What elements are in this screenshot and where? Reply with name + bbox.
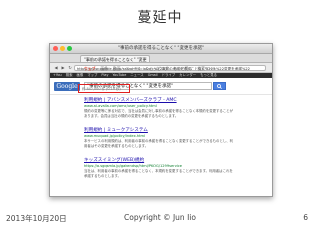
search-tab[interactable]: ショッピング: [146, 66, 169, 71]
search-icon: [217, 84, 222, 89]
reload-icon[interactable]: ↻: [67, 65, 73, 70]
footer-copyright: Copyright © Jun Iio: [124, 213, 196, 222]
result-title[interactable]: 利用規約 | アバンスメンバーズクラブ - AMC: [84, 97, 234, 103]
result-title[interactable]: キッズスイミング(WEB)規約: [84, 157, 234, 163]
window-title: "事前の承諾を得ることなく" "変更を承諾": [117, 46, 205, 51]
search-tab[interactable]: 画像: [100, 66, 108, 71]
search-tabs: ウェブ 画像 動画 ニュース ショッピング もっと見る 検索ツール: [84, 66, 221, 72]
google-bar-item[interactable]: もっと見る: [200, 73, 217, 77]
search-button[interactable]: [213, 82, 226, 90]
google-bar-item[interactable]: YouTube: [113, 73, 127, 77]
search-result: 利用規約 | アバンスメンバーズクラブ - AMC www.ai-avalla.…: [84, 97, 234, 118]
browser-tabbar: "事前の承諾を得ることなく" "変更: [50, 54, 272, 63]
google-bar-item[interactable]: +You: [53, 73, 62, 77]
google-bar-item[interactable]: 画像: [76, 73, 83, 77]
google-bar-item[interactable]: カレンダー: [179, 73, 196, 77]
browser-tab[interactable]: "事前の承諾を得ることなく" "変更: [80, 55, 150, 62]
result-url: https://a.sgqsmla.jp/gakendsp/html/PKOG/…: [84, 164, 183, 168]
google-bar-item[interactable]: ドライブ: [162, 73, 176, 77]
google-bar-item[interactable]: Play: [101, 73, 108, 77]
back-icon[interactable]: ◀: [53, 65, 59, 70]
search-result: キッズスイミング(WEB)規約 https://a.sgqsmla.jp/gak…: [84, 157, 234, 178]
search-tab[interactable]: ニュース: [126, 66, 141, 71]
google-logo[interactable]: Google: [54, 82, 80, 91]
google-bar-item[interactable]: ニュース: [130, 73, 143, 77]
result-title[interactable]: 利用規約 | ミュークアシステム: [84, 127, 234, 133]
forward-icon[interactable]: ▶: [60, 65, 66, 70]
search-tab[interactable]: 検索ツール: [197, 66, 216, 71]
search-result: 利用規約 | ミュークアシステム www.muquad.jp/policy/in…: [84, 127, 234, 148]
result-snippet: 当社は、利用者の事前の承諾を得ることなく、本規約を変更することができます。利用者…: [84, 169, 233, 178]
slide-title: 蔓延中: [137, 10, 183, 26]
result-stats: 約 847,000 件 (0.19 秒): [78, 84, 130, 93]
google-bar-item[interactable]: Gmail: [148, 73, 158, 77]
search-tab[interactable]: ウェブ: [84, 66, 95, 71]
result-url: www.ai-avalla.com/amc/user_policy.html: [84, 104, 157, 108]
page-number: 6: [303, 213, 308, 222]
google-bar-item[interactable]: 検索: [66, 73, 73, 77]
result-url: www.muquad.jp/policy/index.html: [84, 134, 146, 138]
browser-screenshot: "事前の承諾を得ることなく" "変更を承諾" "事前の承諾を得ることなく" "変…: [49, 43, 273, 197]
search-tab[interactable]: もっと見る: [173, 66, 192, 71]
google-bar-item[interactable]: マップ: [87, 73, 97, 77]
window-titlebar: "事前の承諾を得ることなく" "変更を承諾": [50, 44, 272, 54]
result-snippet: 本サービスの利用規約は、利用者の事前の承諾を得ることなく変更することができるもの…: [84, 139, 234, 148]
result-snippet: 規約の変更等に係る対応で、当社は会員に対し事前の承諾を得ることなく本規約を変更す…: [84, 109, 233, 118]
search-tab[interactable]: 動画: [113, 66, 121, 71]
